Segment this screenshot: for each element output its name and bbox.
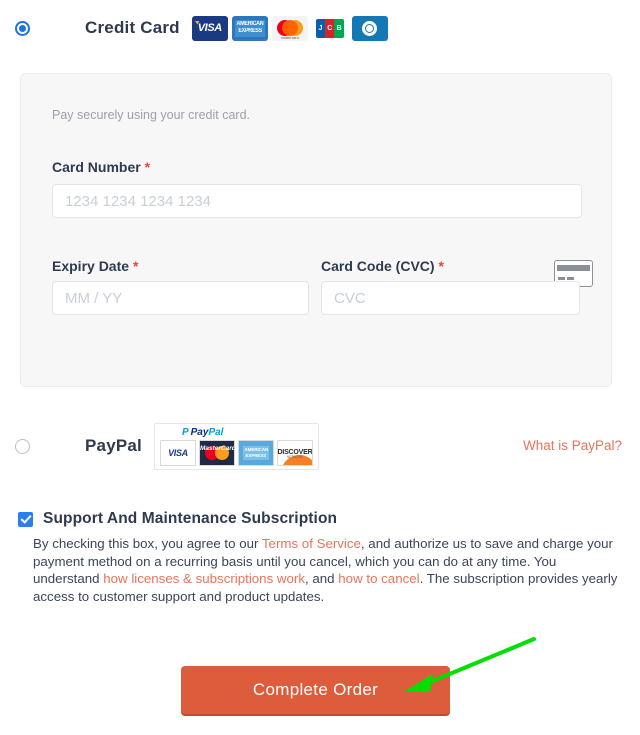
required-marker: * bbox=[144, 159, 151, 175]
what-is-paypal-link[interactable]: What is PayPal? bbox=[523, 438, 622, 453]
expiry-date-label: Expiry Date * bbox=[52, 258, 139, 274]
payment-method-credit-card[interactable]: Credit Card VISA AMERICAN EXPRESS masterc… bbox=[0, 0, 640, 56]
paypal-amex-icon: AMERICAN EXPRESS bbox=[237, 439, 274, 466]
subscription-terms-text: By checking this box, you agree to our T… bbox=[33, 535, 625, 605]
mastercard-icon: mastercard bbox=[271, 15, 308, 41]
required-marker: * bbox=[438, 258, 444, 274]
jcb-icon: J C B bbox=[311, 15, 348, 41]
radio-paypal[interactable] bbox=[15, 438, 30, 454]
payment-method-label-paypal: PayPal bbox=[85, 436, 142, 455]
accepted-card-logos: VISA AMERICAN EXPRESS mastercard J C B bbox=[191, 15, 388, 41]
cvc-label: Card Code (CVC) * bbox=[321, 258, 444, 274]
paypal-discover-icon: DISCOVER NETWORK bbox=[276, 439, 313, 466]
credit-card-form-panel: Pay securely using your credit card. Car… bbox=[20, 73, 612, 387]
secure-payment-note: Pay securely using your credit card. bbox=[52, 108, 251, 122]
subscription-checkbox[interactable] bbox=[18, 511, 33, 527]
radio-credit-card[interactable] bbox=[15, 20, 30, 36]
american-express-icon: AMERICAN EXPRESS bbox=[231, 15, 268, 41]
subscription-title: Support And Maintenance Subscription bbox=[43, 510, 338, 527]
complete-order-button[interactable]: Complete Order bbox=[181, 666, 450, 714]
paypal-visa-icon: VISA bbox=[159, 439, 196, 466]
how-to-cancel-link[interactable]: how to cancel bbox=[338, 571, 419, 586]
required-marker: * bbox=[132, 258, 139, 274]
terms-text-part-1: By checking this box, you agree to our bbox=[33, 536, 262, 551]
licenses-subscriptions-link[interactable]: how licenses & subscriptions work bbox=[103, 571, 305, 586]
visa-icon: VISA bbox=[191, 15, 228, 41]
subscription-section: Support And Maintenance Subscription By … bbox=[18, 510, 626, 605]
paypal-acceptance-mark: P PayPal VISA MasterCard AMERICAN EXPRESS… bbox=[153, 422, 319, 470]
paypal-logo-icon: P bbox=[181, 426, 189, 438]
paypal-mastercard-icon: MasterCard bbox=[198, 439, 235, 466]
terms-of-service-link[interactable]: Terms of Service bbox=[262, 536, 361, 551]
terms-text-part-3: , and bbox=[305, 571, 339, 586]
card-number-label: Card Number * bbox=[52, 159, 151, 175]
cvc-input[interactable] bbox=[321, 281, 580, 315]
card-number-input[interactable] bbox=[52, 184, 582, 218]
diners-club-icon bbox=[351, 15, 388, 41]
expiry-date-input[interactable] bbox=[52, 281, 309, 315]
payment-method-label-credit-card: Credit Card bbox=[85, 18, 180, 37]
